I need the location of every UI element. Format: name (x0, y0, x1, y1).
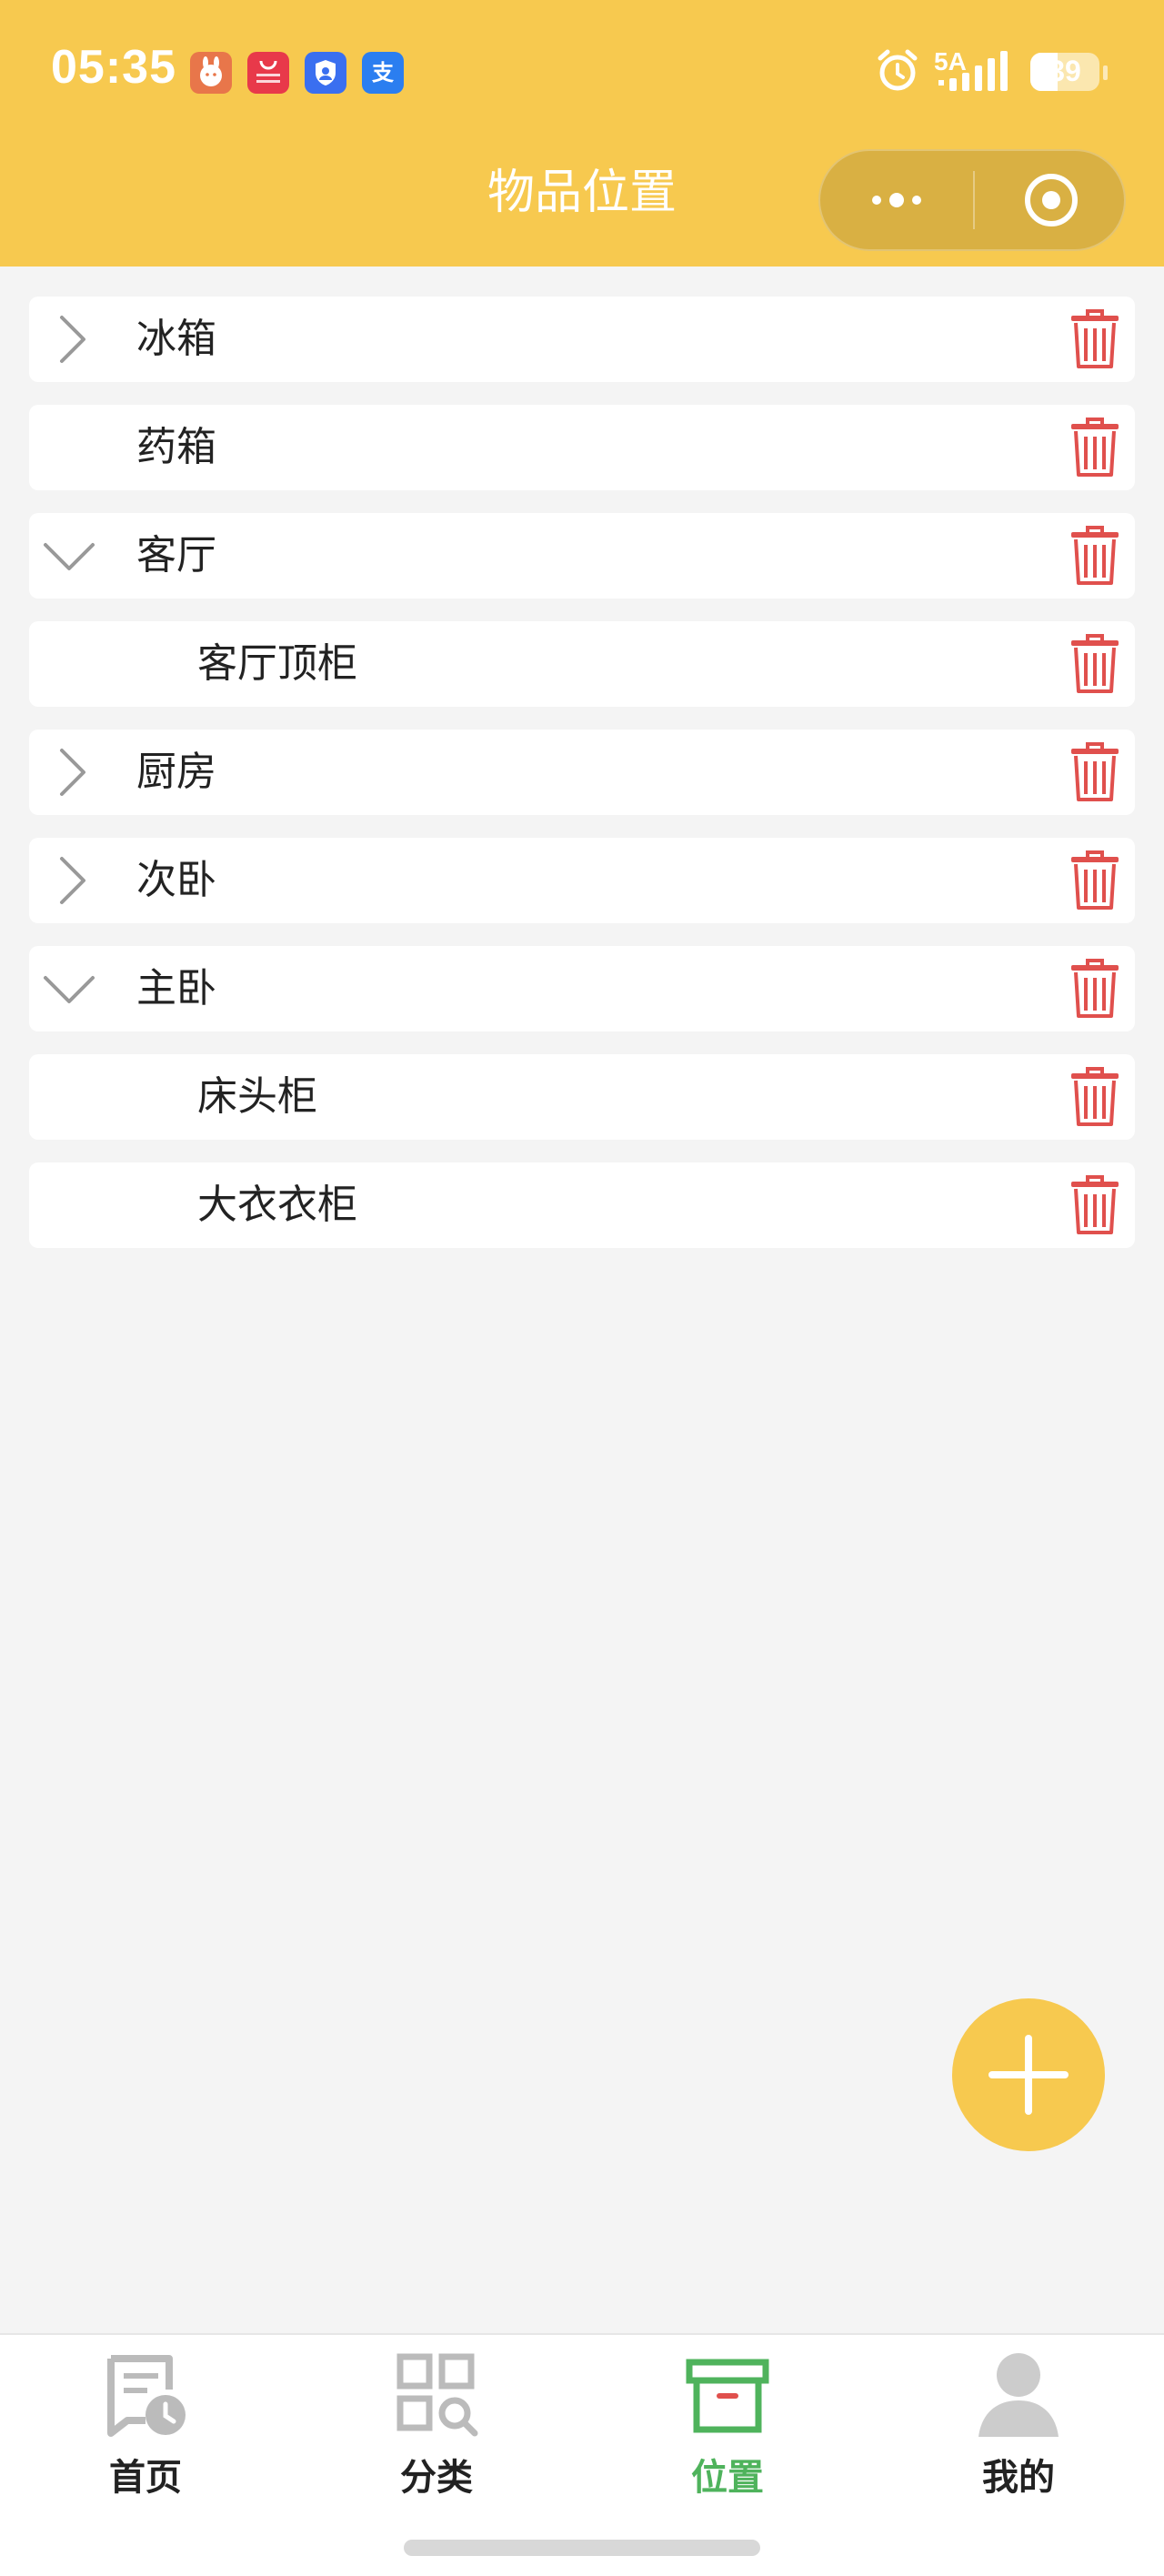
location-label: 大衣衣柜 (197, 1182, 357, 1228)
location-label: 药箱 (136, 424, 216, 470)
home-indicator (404, 2540, 760, 2556)
chevron-down-icon[interactable] (42, 528, 96, 583)
delete-trash-icon[interactable] (1069, 741, 1120, 803)
box-icon (686, 2359, 769, 2433)
alipay-icon: 支 (362, 52, 404, 94)
plus-icon (988, 2035, 1069, 2115)
user-icon (978, 2353, 1059, 2437)
target-circle-icon (1025, 174, 1078, 226)
delete-trash-icon[interactable] (1069, 1066, 1120, 1128)
location-label: 厨房 (136, 749, 216, 795)
tab-label: 我的 (982, 2457, 1055, 2499)
location-row[interactable]: 主卧 (29, 946, 1135, 1031)
signal-bars-icon (938, 51, 1008, 91)
location-row[interactable]: 次卧 (29, 838, 1135, 923)
battery-indicator: 39 (1030, 53, 1099, 91)
location-row[interactable]: 冰箱 (29, 297, 1135, 382)
delete-trash-icon[interactable] (1069, 958, 1120, 1020)
delete-trash-icon[interactable] (1069, 633, 1120, 695)
miniapp-capsule (818, 149, 1126, 251)
more-dots-icon (872, 193, 921, 207)
alarm-icon (878, 49, 918, 91)
tab-profile[interactable]: 我的 (873, 2335, 1164, 2517)
delete-trash-icon[interactable] (1069, 850, 1120, 911)
location-label: 冰箱 (136, 316, 216, 362)
tab-location[interactable]: 位置 (582, 2335, 873, 2517)
location-row[interactable]: 床头柜 (29, 1054, 1135, 1140)
category-grid-icon (396, 2353, 478, 2437)
status-time: 05:35 (51, 41, 176, 94)
location-row[interactable]: 大衣衣柜 (29, 1162, 1135, 1248)
battery-tip (1103, 65, 1108, 80)
location-row[interactable]: 客厅顶柜 (29, 621, 1135, 707)
app-gallery-icon (247, 52, 289, 94)
location-label: 床头柜 (197, 1073, 317, 1120)
delete-trash-icon[interactable] (1069, 308, 1120, 370)
tab-label: 分类 (400, 2457, 473, 2499)
close-miniapp-button[interactable] (975, 151, 1128, 249)
location-row[interactable]: 药箱 (29, 405, 1135, 490)
add-location-button[interactable] (952, 1998, 1105, 2151)
tab-label: 位置 (691, 2457, 764, 2499)
delete-trash-icon[interactable] (1069, 417, 1120, 478)
chevron-right-icon[interactable] (42, 853, 96, 908)
more-menu-button[interactable] (820, 151, 973, 249)
location-label: 客厅 (136, 532, 216, 579)
rabbit-app-icon (190, 52, 232, 94)
location-label: 次卧 (136, 857, 216, 903)
delete-trash-icon[interactable] (1069, 1174, 1120, 1236)
tab-home[interactable]: 首页 (0, 2335, 291, 2517)
delete-trash-icon[interactable] (1069, 525, 1120, 587)
home-clock-icon (107, 2355, 186, 2437)
location-label: 客厅顶柜 (197, 640, 357, 687)
tab-category[interactable]: 分类 (291, 2335, 582, 2517)
chevron-right-icon[interactable] (42, 312, 96, 367)
tab-label: 首页 (109, 2457, 182, 2499)
chevron-right-icon[interactable] (42, 745, 96, 800)
battery-level: 39 (1049, 55, 1081, 87)
shield-app-icon (305, 52, 346, 94)
location-row[interactable]: 客厅 (29, 513, 1135, 599)
location-label: 主卧 (136, 965, 216, 1011)
header-bar: 05:35 支 5A 39 物品位置 (0, 0, 1164, 267)
location-row[interactable]: 厨房 (29, 730, 1135, 815)
chevron-down-icon[interactable] (42, 961, 96, 1016)
